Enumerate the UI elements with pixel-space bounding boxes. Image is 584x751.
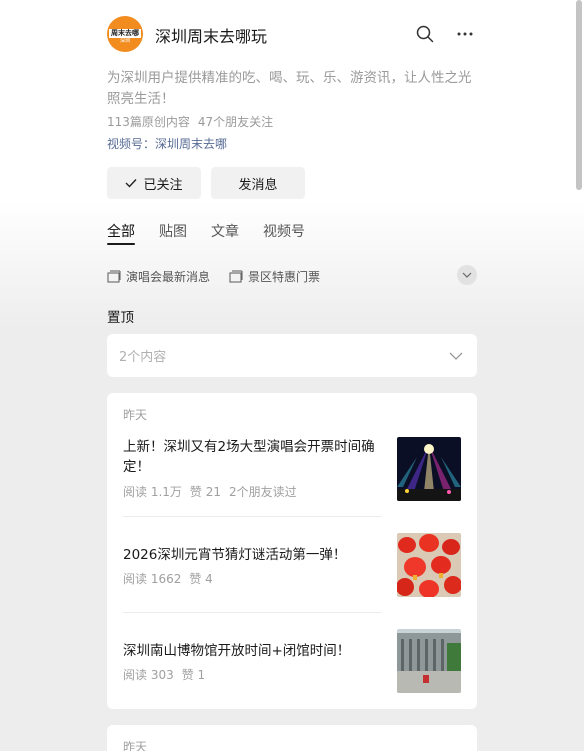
original-count: 113篇原创内容: [107, 115, 190, 129]
article-meta: 阅读 303 赞 1: [123, 666, 205, 683]
collection-icon: [229, 270, 243, 283]
article-item[interactable]: 深圳南山博物馆开放时间+闭馆时间！ 阅读 303 赞 1: [123, 629, 461, 699]
collection-icon: [107, 270, 121, 283]
pinned-collapse[interactable]: 2个内容: [107, 334, 477, 377]
article-title: 上新！深圳又有2场大型演唱会开票时间确定！: [123, 439, 375, 475]
account-stats: 113篇原创内容 47个朋友关注: [107, 113, 273, 130]
tab-articles[interactable]: 文章: [211, 221, 239, 241]
pinned-summary: 2个内容: [119, 350, 167, 365]
account-name: 深圳周末去哪玩: [155, 27, 268, 46]
tag-label: 景区特惠门票: [248, 270, 321, 284]
article-meta: 阅读 1.1万赞 21 2个朋友读过: [123, 483, 297, 500]
article-title: 2026深圳元宵节猜灯谜活动第一弹！: [123, 547, 347, 563]
more-icon[interactable]: [456, 25, 474, 43]
article-reads: 阅读 1.1万: [123, 485, 182, 499]
divider: [123, 612, 382, 613]
feed-card: 昨天: [107, 725, 477, 751]
scrollbar[interactable]: [576, 0, 582, 190]
tag-scenic-tickets[interactable]: 景区特惠门票: [229, 268, 320, 285]
message-button[interactable]: 发消息: [211, 167, 305, 199]
search-icon[interactable]: [416, 25, 434, 43]
pinned-heading: 置顶: [107, 310, 134, 326]
feed-card: 昨天 上新！深圳又有2场大型演唱会开票时间确定！ 阅读 1.1万赞 21 2个朋友…: [107, 393, 477, 709]
channel-link[interactable]: 视频号：深圳周末去哪: [107, 135, 227, 152]
article-item[interactable]: 上新！深圳又有2场大型演唱会开票时间确定！ 阅读 1.1万赞 21 2个朋友读过: [123, 437, 461, 517]
tag-label: 演唱会最新消息: [126, 270, 211, 284]
logo-city: 深圳: [119, 38, 130, 44]
article-likes: 赞 21: [189, 485, 221, 499]
logo-text: 周末去哪: [109, 29, 141, 38]
article-meta: 阅读 1662 赞 4: [123, 570, 213, 587]
concert-stage-image: [397, 437, 461, 501]
tab-channels[interactable]: 视频号: [263, 221, 305, 241]
tag-concert-news[interactable]: 演唱会最新消息: [107, 268, 210, 285]
followed-button[interactable]: 已关注: [107, 167, 201, 199]
message-label: 发消息: [238, 177, 278, 193]
expand-tags-button[interactable]: [457, 265, 477, 285]
article-reads: 阅读 303: [123, 668, 174, 682]
tab-posts[interactable]: 贴图: [159, 221, 187, 241]
check-icon: [125, 179, 137, 188]
chevron-down-icon: [462, 272, 472, 278]
account-description: 为深圳用户提供精准的吃、喝、玩、乐、游资讯，让人性之光照亮生活！: [107, 70, 472, 107]
tab-all[interactable]: 全部: [107, 221, 135, 241]
article-item[interactable]: 2026深圳元宵节猜灯谜活动第一弹！ 阅读 1662 赞 4: [123, 533, 461, 613]
museum-building-image: [397, 629, 461, 693]
red-lanterns-image: [397, 533, 461, 597]
article-friends-read: 2个朋友读过: [229, 485, 297, 499]
friends-following: 47个朋友关注: [197, 115, 274, 129]
article-likes: 赞 1: [181, 668, 206, 682]
divider: [123, 516, 382, 517]
tab-underline: [107, 243, 135, 245]
account-avatar: ​ 周末去哪 深圳: [107, 16, 143, 52]
article-reads: 阅读 1662: [123, 572, 182, 586]
followed-label: 已关注: [143, 177, 183, 193]
chevron-down-icon: [449, 352, 463, 360]
article-likes: 赞 4: [189, 572, 213, 586]
feed-date: 昨天: [123, 740, 148, 751]
feed-date: 昨天: [123, 408, 148, 422]
article-title: 深圳南山博物馆开放时间+闭馆时间！: [123, 643, 351, 659]
